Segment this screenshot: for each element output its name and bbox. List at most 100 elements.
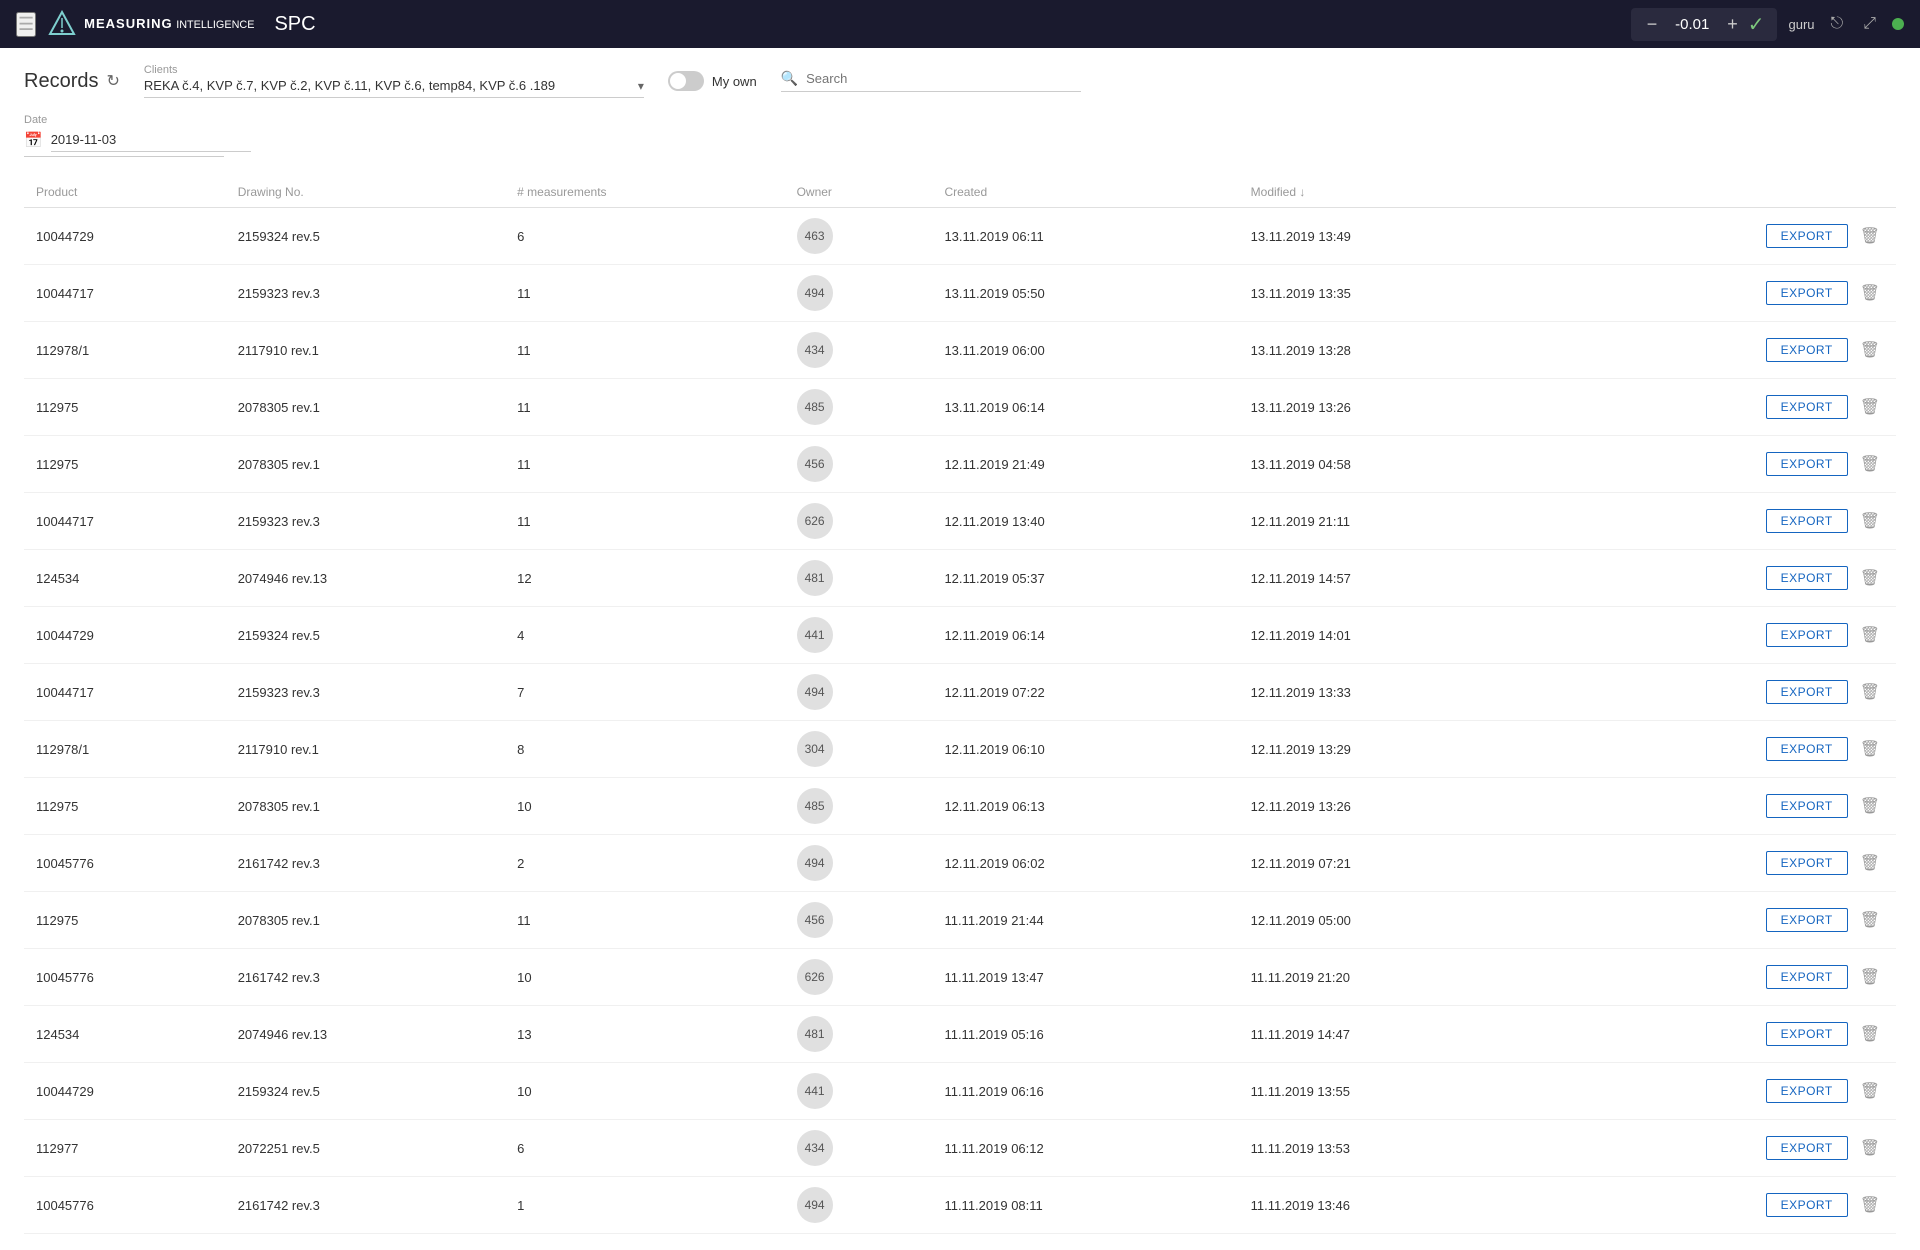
delete-button[interactable]: 🗑 [1856,1077,1884,1105]
delete-button[interactable]: 🗑 [1856,621,1884,649]
cell-actions: EXPORT 🗑 [1545,550,1896,607]
owner-badge: 456 [797,902,833,938]
cell-product: 112977 [24,1120,226,1177]
export-button[interactable]: EXPORT [1766,851,1848,875]
table-row: 112978/1 2117910 rev.1 11 434 13.11.2019… [24,322,1896,379]
cell-modified: 12.11.2019 21:11 [1239,493,1545,550]
logo-icon [48,10,76,38]
search-input[interactable] [806,71,1056,86]
delete-button[interactable]: 🗑 [1856,1191,1884,1219]
date-label: Date [24,114,1896,126]
expand-icon[interactable]: ⤢ [1859,11,1880,37]
login-icon[interactable]: ⎋ [1827,11,1848,37]
clients-label: Clients [144,64,644,76]
delete-button[interactable]: 🗑 [1856,336,1884,364]
cell-owner: 463 [785,208,933,265]
cell-modified: 11.11.2019 13:53 [1239,1120,1545,1177]
delete-button[interactable]: 🗑 [1856,450,1884,478]
cell-measurements: 13 [505,1006,784,1063]
export-button[interactable]: EXPORT [1766,737,1848,761]
clients-dropdown-arrow[interactable]: ▾ [638,79,644,93]
delete-button[interactable]: 🗑 [1856,222,1884,250]
cell-product: 10044729 [24,607,226,664]
cell-owner: 434 [785,1120,933,1177]
menu-icon[interactable]: ☰ [16,12,36,37]
cell-owner: 626 [785,949,933,1006]
delete-button[interactable]: 🗑 [1856,564,1884,592]
minus-button[interactable]: − [1643,13,1662,35]
cell-actions: EXPORT 🗑 [1545,778,1896,835]
export-button[interactable]: EXPORT [1766,1079,1848,1103]
export-button[interactable]: EXPORT [1766,623,1848,647]
owner-badge: 441 [797,617,833,653]
brand-text: MEASURING INTELLIGENCE [84,16,254,31]
delete-button[interactable]: 🗑 [1856,1020,1884,1048]
plus-button[interactable]: + [1723,13,1742,35]
cell-actions: EXPORT 🗑 [1545,265,1896,322]
delete-button[interactable]: 🗑 [1856,906,1884,934]
export-button[interactable]: EXPORT [1766,680,1848,704]
cell-product: 10044717 [24,664,226,721]
cell-product: 112975 [24,778,226,835]
search-icon: 🔍 [781,70,798,87]
delete-button[interactable]: 🗑 [1856,849,1884,877]
check-button[interactable]: ✓ [1748,12,1765,37]
export-button[interactable]: EXPORT [1766,452,1848,476]
brand-name: MEASURING [84,16,172,31]
cell-owner: 485 [785,379,933,436]
cell-created: 11.11.2019 06:16 [932,1063,1238,1120]
cell-modified: 13.11.2019 13:35 [1239,265,1545,322]
export-button[interactable]: EXPORT [1766,965,1848,989]
export-button[interactable]: EXPORT [1766,1136,1848,1160]
cell-created: 11.11.2019 06:12 [932,1120,1238,1177]
cell-drawing-no: 2078305 rev.1 [226,436,505,493]
delete-button[interactable]: 🗑 [1856,678,1884,706]
delete-button[interactable]: 🗑 [1856,735,1884,763]
cell-modified: 12.11.2019 07:21 [1239,835,1545,892]
delete-button[interactable]: 🗑 [1856,507,1884,535]
app-name: SPC [274,13,315,36]
cell-created: 13.11.2019 06:00 [932,322,1238,379]
table-row: 112978/1 2117910 rev.1 8 304 12.11.2019 … [24,721,1896,778]
refresh-button[interactable]: ↻ [106,71,119,91]
owner-badge: 494 [797,1187,833,1223]
col-created: Created [932,177,1238,208]
cell-owner: 481 [785,550,933,607]
delete-button[interactable]: 🗑 [1856,792,1884,820]
export-button[interactable]: EXPORT [1766,281,1848,305]
owner-badge: 304 [797,731,833,767]
cell-owner: 494 [785,664,933,721]
export-button[interactable]: EXPORT [1766,509,1848,533]
owner-badge: 626 [797,503,833,539]
owner-badge: 481 [797,1016,833,1052]
cell-modified: 13.11.2019 13:49 [1239,208,1545,265]
date-input[interactable] [51,128,251,152]
delete-button[interactable]: 🗑 [1856,1134,1884,1162]
export-button[interactable]: EXPORT [1766,908,1848,932]
owner-badge: 481 [797,560,833,596]
export-button[interactable]: EXPORT [1766,338,1848,362]
export-button[interactable]: EXPORT [1766,224,1848,248]
export-button[interactable]: EXPORT [1766,1193,1848,1217]
table-row: 10045776 2161742 rev.3 2 494 12.11.2019 … [24,835,1896,892]
delete-button[interactable]: 🗑 [1856,279,1884,307]
export-button[interactable]: EXPORT [1766,1022,1848,1046]
owner-badge: 494 [797,845,833,881]
delete-button[interactable]: 🗑 [1856,393,1884,421]
cell-actions: EXPORT 🗑 [1545,1063,1896,1120]
delete-button[interactable]: 🗑 [1856,963,1884,991]
cell-created: 12.11.2019 06:13 [932,778,1238,835]
records-table: Product Drawing No. # measurements Owner… [24,177,1896,1234]
export-button[interactable]: EXPORT [1766,794,1848,818]
col-drawing-no: Drawing No. [226,177,505,208]
cell-owner: 494 [785,265,933,322]
clients-value: REKA č.4, KVP č.7, KVP č.2, KVP č.11, KV… [144,78,638,93]
cell-actions: EXPORT 🗑 [1545,1006,1896,1063]
export-button[interactable]: EXPORT [1766,566,1848,590]
cell-product: 10045776 [24,949,226,1006]
owner-badge: 485 [797,788,833,824]
cell-modified: 12.11.2019 05:00 [1239,892,1545,949]
cell-created: 12.11.2019 06:10 [932,721,1238,778]
export-button[interactable]: EXPORT [1766,395,1848,419]
my-own-toggle[interactable] [668,71,704,91]
